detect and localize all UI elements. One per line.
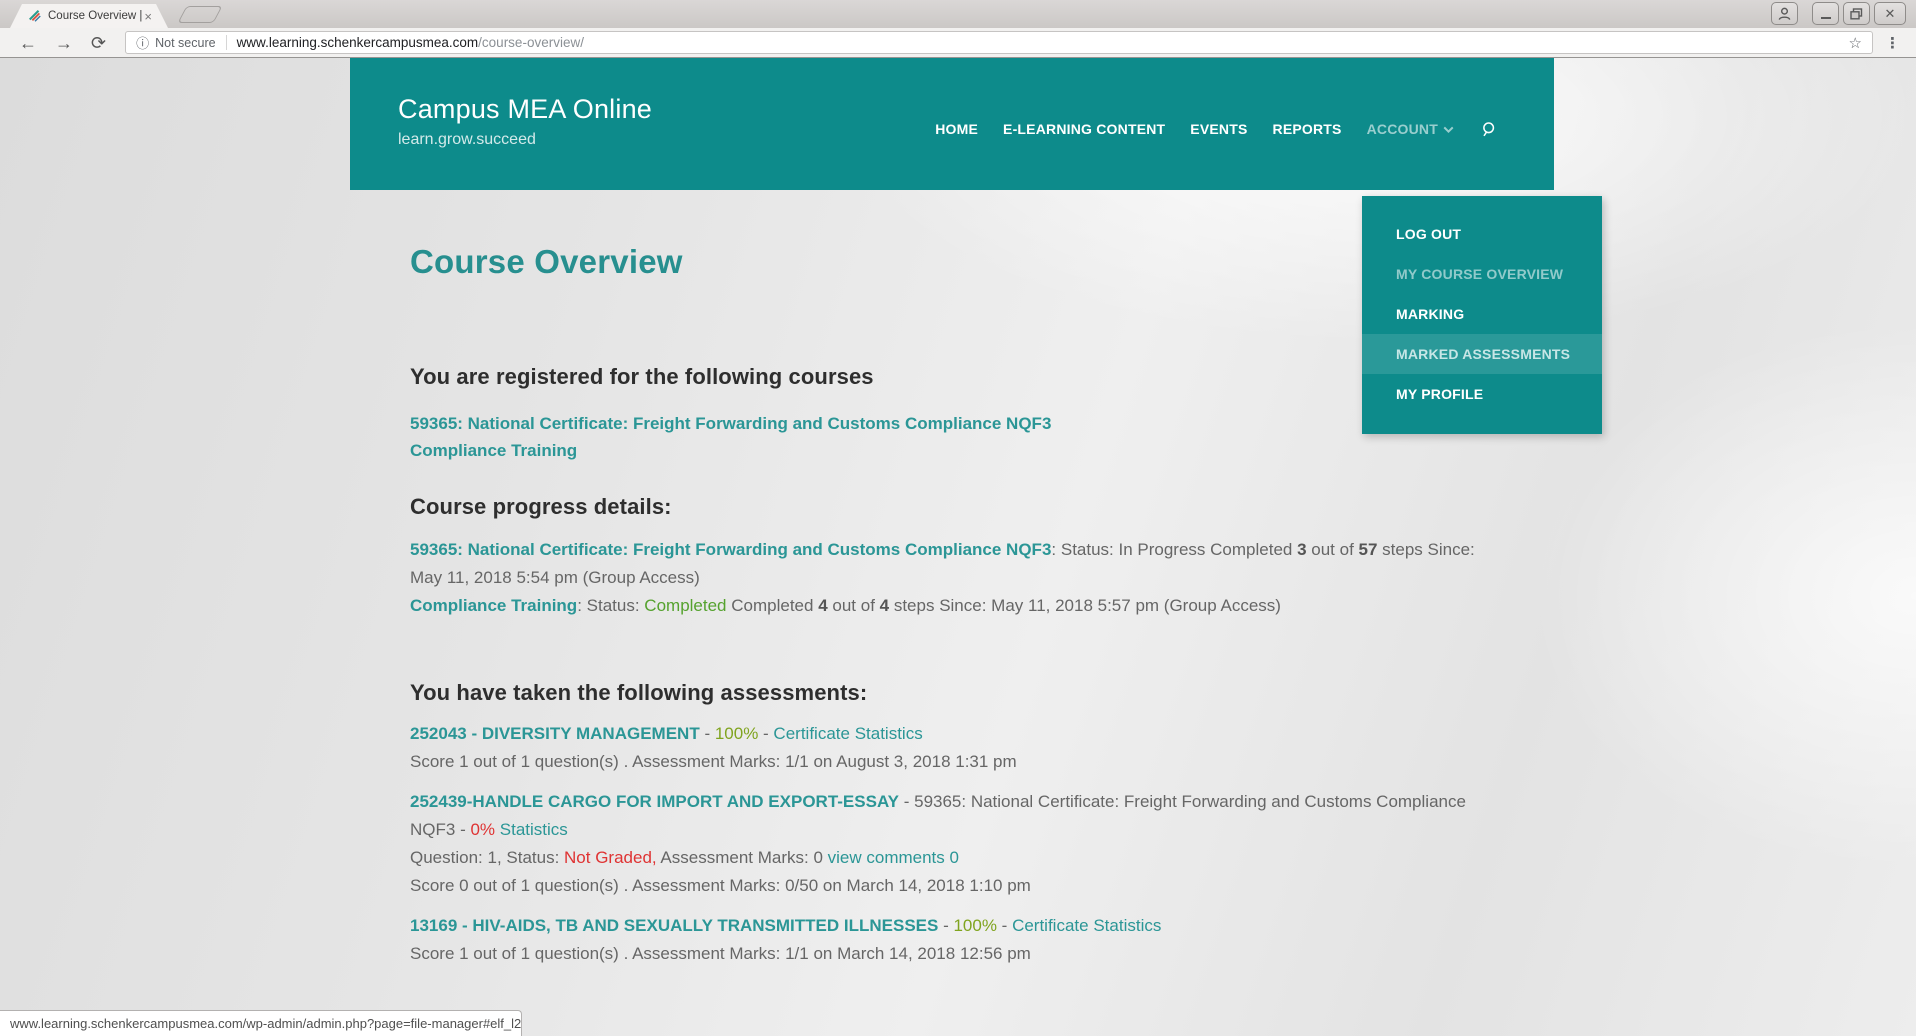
tab-close-icon[interactable]: × — [144, 10, 152, 23]
status-not-graded: Not Graded, — [564, 848, 657, 867]
page-title: Course Overview — [410, 242, 1494, 282]
steps-total: 4 — [880, 596, 889, 615]
restore-button[interactable] — [1843, 2, 1870, 25]
course-progress-details: 59365: National Certificate: Freight For… — [410, 536, 1494, 620]
status-completed: Completed — [644, 596, 726, 615]
browser-menu-icon[interactable]: ⋮ — [1885, 34, 1900, 52]
window-controls: ✕ — [1771, 2, 1906, 25]
info-icon[interactable]: ⓘ — [136, 33, 149, 52]
steps-done: 4 — [818, 596, 827, 615]
nav-item-account[interactable]: ACCOUNT — [1367, 121, 1452, 137]
new-tab-button[interactable] — [177, 6, 222, 23]
certificate-link[interactable]: Certificate — [773, 724, 850, 743]
status-bar-url: www.learning.schenkercampusmea.com/wp-ad… — [10, 1016, 522, 1031]
registered-course-list: 59365: National Certificate: Freight For… — [410, 410, 1494, 464]
assessment-item: 13169 - HIV-AIDS, TB AND SEXUALLY TRANSM… — [410, 912, 1494, 968]
main-nav: HOME E-LEARNING CONTENT EVENTS REPORTS A… — [935, 58, 1498, 190]
site-tagline: learn.grow.succeed — [398, 131, 652, 149]
menu-item-marked-assessments[interactable]: MARKED ASSESSMENTS — [1362, 334, 1602, 374]
reload-button[interactable]: ⟳ — [91, 34, 106, 52]
nav-item-elearning-content[interactable]: E-LEARNING CONTENT — [1003, 121, 1165, 137]
assessment-item: 252439-HANDLE CARGO FOR IMPORT AND EXPOR… — [410, 788, 1494, 900]
browser-tab[interactable]: Course Overview | Campu × — [10, 4, 168, 28]
minimize-icon — [1821, 17, 1831, 19]
browser-profile-button[interactable] — [1771, 2, 1798, 25]
assessment-item: 252043 - DIVERSITY MANAGEMENT - 100% - C… — [410, 720, 1494, 776]
search-button[interactable] — [1481, 121, 1498, 138]
site-logo[interactable]: Campus MEA Online learn.grow.succeed — [398, 94, 652, 149]
progress-course-link[interactable]: Compliance Training — [410, 596, 577, 615]
assessment-title-link[interactable]: 252043 - DIVERSITY MANAGEMENT — [410, 724, 700, 743]
group-access-label: (Group Access) — [583, 568, 700, 587]
statistics-link[interactable]: Statistics — [1093, 916, 1161, 935]
chevron-down-icon — [1444, 123, 1454, 133]
url-path: /course-overview/ — [478, 35, 584, 50]
assessment-score-line: Score 0 out of 1 question(s) . Assessmen… — [410, 876, 1031, 895]
course-link-compliance-training[interactable]: Compliance Training — [410, 441, 577, 460]
close-icon: ✕ — [1885, 6, 1896, 22]
nav-item-reports[interactable]: REPORTS — [1273, 121, 1342, 137]
progress-heading: Course progress details: — [410, 492, 1494, 522]
nav-item-home[interactable]: HOME — [935, 121, 978, 137]
restore-icon — [1850, 8, 1863, 20]
assessment-score-percent: 0% — [470, 820, 495, 839]
menu-item-log-out[interactable]: LOG OUT — [1362, 214, 1602, 254]
view-comments-link[interactable]: view comments 0 — [828, 848, 959, 867]
certificate-link[interactable]: Certificate — [1012, 916, 1089, 935]
browser-toolbar: ← → ⟳ ⓘ Not secure www.learning.schenker… — [0, 28, 1916, 58]
statistics-link[interactable]: Statistics — [855, 724, 923, 743]
account-dropdown-menu: LOG OUT MY COURSE OVERVIEW MARKING MARKE… — [1362, 196, 1602, 434]
assessments-heading: You have taken the following assessments… — [410, 678, 1494, 708]
assessment-score-line: Score 1 out of 1 question(s) . Assessmen… — [410, 944, 1031, 963]
web-page: Campus MEA Online learn.grow.succeed HOM… — [0, 58, 1916, 1036]
url-divider — [226, 35, 227, 50]
assessment-title-link[interactable]: 252439-HANDLE CARGO FOR IMPORT AND EXPOR… — [410, 792, 899, 811]
progress-course-link[interactable]: 59365: National Certificate: Freight For… — [410, 540, 1051, 559]
search-icon — [1481, 121, 1498, 138]
site-title: Campus MEA Online — [398, 94, 652, 125]
nav-item-events[interactable]: EVENTS — [1190, 121, 1247, 137]
close-button[interactable]: ✕ — [1874, 2, 1906, 25]
menu-item-marking[interactable]: MARKING — [1362, 294, 1602, 334]
assessment-score-percent: 100% — [715, 724, 758, 743]
menu-item-my-profile[interactable]: MY PROFILE — [1362, 374, 1602, 414]
steps-total: 57 — [1359, 540, 1378, 559]
browser-tab-bar: Course Overview | Campu × ✕ — [0, 0, 1916, 28]
progress-status-text: : Status: In Progress Completed — [1051, 540, 1297, 559]
assessment-score-percent: 100% — [953, 916, 996, 935]
url-host: www.learning.schenkercampusmea.com — [237, 35, 479, 50]
site-favicon-icon — [28, 9, 42, 23]
statistics-link[interactable]: Statistics — [500, 820, 568, 839]
forward-button[interactable]: → — [55, 34, 73, 52]
bookmark-star-icon[interactable]: ☆ — [1849, 34, 1862, 52]
assessment-title-link[interactable]: 13169 - HIV-AIDS, TB AND SEXUALLY TRANSM… — [410, 916, 938, 935]
minimize-button[interactable] — [1812, 2, 1839, 25]
address-bar[interactable]: ⓘ Not secure www.learning.schenkercampus… — [125, 31, 1873, 54]
security-label: Not secure — [155, 36, 215, 50]
steps-done: 3 — [1297, 540, 1306, 559]
registered-courses-heading: You are registered for the following cou… — [410, 362, 1494, 392]
status-bar: www.learning.schenkercampusmea.com/wp-ad… — [0, 1010, 522, 1036]
tab-title: Course Overview | Campu — [48, 10, 144, 22]
site-header: Campus MEA Online learn.grow.succeed HOM… — [350, 58, 1554, 190]
course-link-freight-forwarding[interactable]: 59365: National Certificate: Freight For… — [410, 414, 1051, 433]
browser-window: Course Overview | Campu × ✕ ← → — [0, 0, 1916, 1036]
menu-item-my-course-overview[interactable]: MY COURSE OVERVIEW — [1362, 254, 1602, 294]
person-icon — [1777, 6, 1792, 22]
page-column: Campus MEA Online learn.grow.succeed HOM… — [350, 58, 1554, 968]
back-button[interactable]: ← — [19, 34, 37, 52]
assessment-score-line: Score 1 out of 1 question(s) . Assessmen… — [410, 752, 1017, 771]
